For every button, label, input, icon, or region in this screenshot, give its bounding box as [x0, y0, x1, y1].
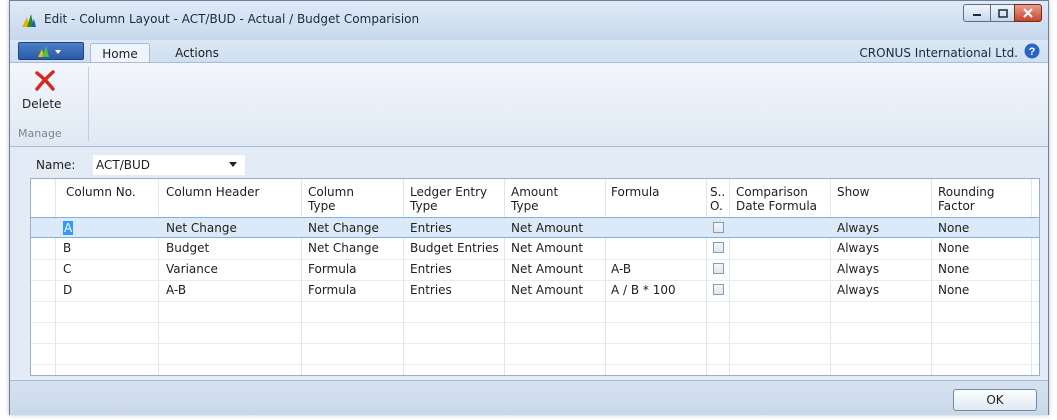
- show-opposite-checkbox[interactable]: [713, 263, 724, 274]
- cell-show[interactable]: Always: [837, 241, 879, 255]
- tab-actions[interactable]: Actions: [162, 43, 232, 63]
- help-icon[interactable]: ?: [1024, 43, 1040, 59]
- column-header-header[interactable]: Column Header: [166, 185, 259, 199]
- cell-ledger-entry-type[interactable]: Entries: [410, 283, 452, 297]
- header-text: Show: [837, 185, 870, 199]
- cell-column-header[interactable]: Net Change: [166, 221, 237, 235]
- table-row[interactable]: C Variance Formula Entries Net Amount A-…: [31, 259, 1039, 281]
- dialog-footer: [10, 380, 1048, 415]
- minimize-button[interactable]: [963, 4, 991, 22]
- cell-column-header[interactable]: Budget: [166, 241, 209, 255]
- empty-row[interactable]: [31, 301, 1039, 323]
- cell-column-type[interactable]: Net Change: [308, 221, 379, 235]
- table-row[interactable]: A Net Change Net Change Entries Net Amou…: [31, 217, 1039, 238]
- header-text: Formula: [611, 185, 660, 199]
- delete-label: Delete: [22, 97, 62, 111]
- header-text: Type: [511, 199, 539, 213]
- header-text: Comparison: [736, 185, 808, 199]
- column-header-no[interactable]: Column No.: [66, 185, 136, 199]
- name-label: Name:: [36, 158, 76, 172]
- cell-ledger-entry-type[interactable]: Entries: [410, 262, 452, 276]
- app-logo-icon: [22, 14, 36, 27]
- app-menu-icon: [38, 46, 61, 57]
- header-text: Ledger Entry: [410, 185, 488, 199]
- table-row[interactable]: D A-B Formula Entries Net Amount A / B *…: [31, 280, 1039, 302]
- column-header-rounding-factor[interactable]: Rounding Factor: [938, 185, 995, 213]
- cell-formula[interactable]: A-B: [611, 262, 631, 276]
- header-text: Type: [410, 199, 438, 213]
- cell-column-no[interactable]: D: [63, 283, 72, 297]
- maximize-button[interactable]: [990, 4, 1015, 22]
- header-text: S..: [710, 185, 726, 199]
- close-icon: [1023, 8, 1033, 18]
- cell-column-type[interactable]: Formula: [308, 283, 357, 297]
- column-header-type[interactable]: Column Type: [308, 185, 354, 213]
- header-text: Date Formula: [736, 199, 818, 213]
- header-text: O.: [710, 199, 723, 213]
- maximize-icon: [997, 8, 1008, 18]
- show-opposite-checkbox[interactable]: [713, 284, 724, 295]
- group-divider: [88, 67, 89, 141]
- company-name: CRONUS International Ltd.: [859, 46, 1018, 60]
- group-label-manage: Manage: [18, 127, 62, 140]
- cell-column-header[interactable]: Variance: [166, 262, 218, 276]
- cell-rounding-factor[interactable]: None: [938, 221, 969, 235]
- header-text: Factor: [938, 199, 975, 213]
- cell-column-type[interactable]: Net Change: [308, 241, 379, 255]
- cell-amount-type[interactable]: Net Amount: [511, 262, 583, 276]
- header-text: Column: [308, 185, 354, 199]
- header-text: Rounding: [938, 185, 995, 199]
- cell-amount-type[interactable]: Net Amount: [511, 241, 583, 255]
- column-header-formula[interactable]: Formula: [611, 185, 660, 199]
- dialog-window: Edit - Column Layout - ACT/BUD - Actual …: [9, 0, 1049, 415]
- cell-amount-type[interactable]: Net Amount: [511, 221, 583, 235]
- cell-amount-type[interactable]: Net Amount: [511, 283, 583, 297]
- application-menu-button[interactable]: [18, 42, 84, 60]
- column-layout-grid: Column No. Column Header Column Type Ledg…: [30, 178, 1040, 376]
- cell-column-no[interactable]: A: [63, 221, 74, 235]
- empty-row[interactable]: [31, 322, 1039, 344]
- window-title: Edit - Column Layout - ACT/BUD - Actual …: [44, 12, 420, 26]
- cell-formula[interactable]: A / B * 100: [611, 283, 676, 297]
- show-opposite-checkbox[interactable]: [713, 222, 724, 233]
- svg-text:?: ?: [1029, 46, 1036, 58]
- cell-rounding-factor[interactable]: None: [938, 241, 969, 255]
- cell-rounding-factor[interactable]: None: [938, 262, 969, 276]
- delete-button[interactable]: Delete: [20, 68, 64, 118]
- column-header-show-opposite[interactable]: S.. O.: [710, 185, 725, 213]
- cell-rounding-factor[interactable]: None: [938, 283, 969, 297]
- show-opposite-checkbox[interactable]: [713, 242, 724, 253]
- cell-column-header[interactable]: A-B: [166, 283, 186, 297]
- column-header-comparison-date-formula[interactable]: Comparison Date Formula: [736, 185, 817, 213]
- dropdown-arrow-icon[interactable]: [229, 162, 237, 167]
- close-button[interactable]: [1014, 4, 1042, 22]
- empty-row[interactable]: [31, 343, 1039, 365]
- cell-show[interactable]: Always: [837, 262, 879, 276]
- cell-column-no[interactable]: B: [63, 241, 71, 255]
- cell-show[interactable]: Always: [837, 283, 879, 297]
- tab-home[interactable]: Home: [90, 43, 150, 63]
- ribbon-panel: [10, 62, 1048, 147]
- table-row[interactable]: B Budget Net Change Budget Entries Net A…: [31, 238, 1039, 260]
- column-header-amount-type[interactable]: Amount Type: [511, 185, 558, 213]
- header-text: Type: [308, 199, 336, 213]
- header-text: Column No.: [66, 185, 136, 199]
- header-text: Amount: [511, 185, 559, 199]
- minimize-icon: [973, 14, 981, 16]
- cell-column-type[interactable]: Formula: [308, 262, 357, 276]
- cell-ledger-entry-type[interactable]: Entries: [410, 221, 452, 235]
- header-text: Column Header: [166, 185, 260, 199]
- delete-icon: [35, 70, 55, 91]
- cell-show[interactable]: Always: [837, 221, 879, 235]
- ok-button[interactable]: OK: [953, 389, 1037, 411]
- column-header-show[interactable]: Show: [837, 185, 869, 199]
- cell-column-no[interactable]: C: [63, 262, 71, 276]
- cell-ledger-entry-type[interactable]: Budget Entries: [410, 241, 499, 255]
- name-select[interactable]: ACT/BUD: [93, 155, 245, 175]
- column-header-ledger-entry-type[interactable]: Ledger Entry Type: [410, 185, 487, 213]
